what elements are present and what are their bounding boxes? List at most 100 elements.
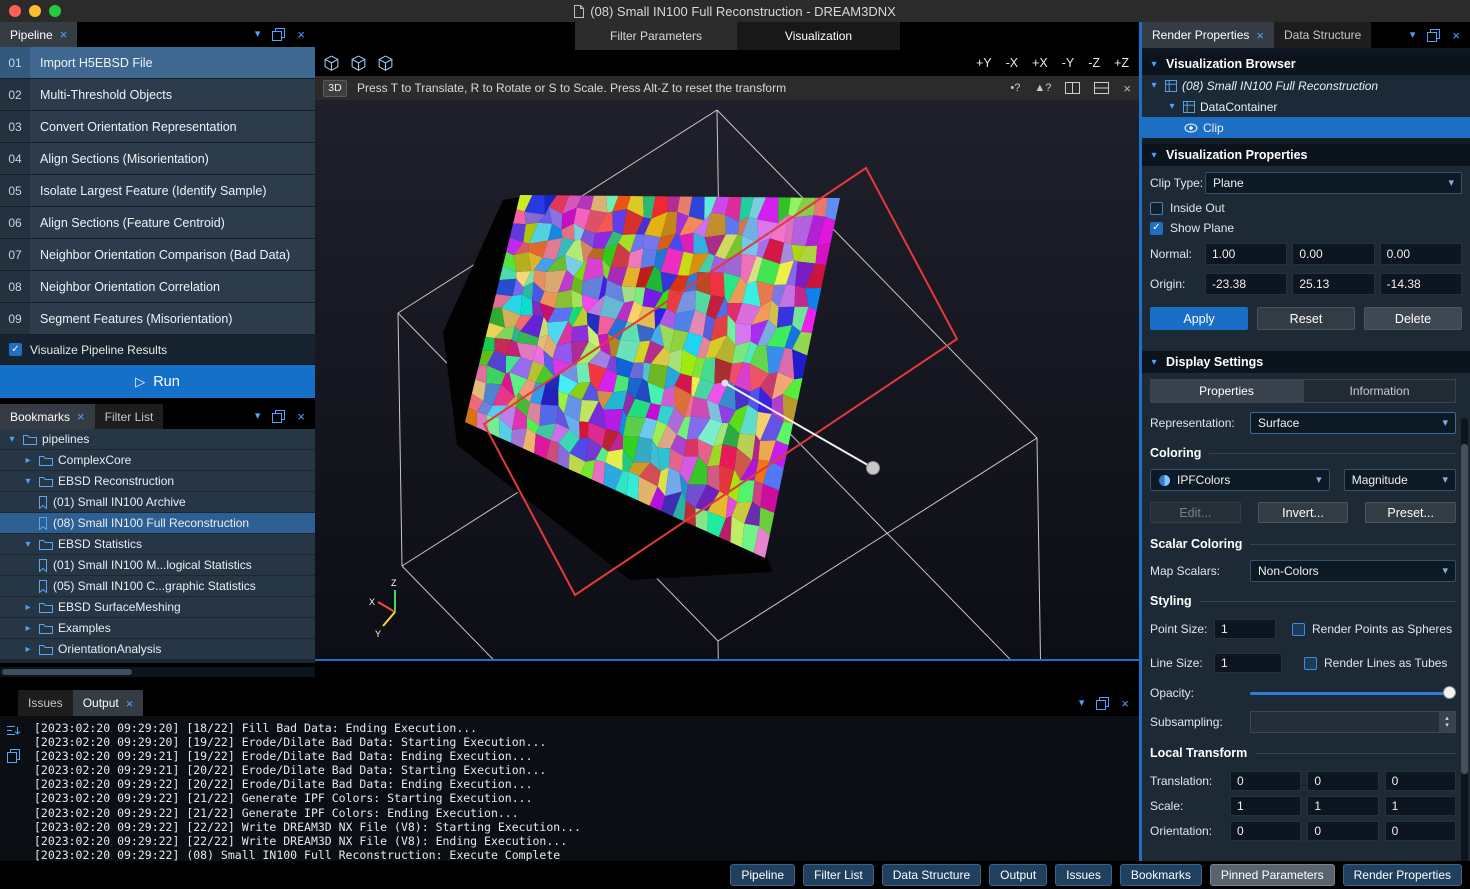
inside-out-checkbox[interactable] xyxy=(1150,202,1163,215)
copy-output-icon[interactable] xyxy=(7,749,20,763)
pipeline-filter-row[interactable]: 02Multi-Threshold Objects xyxy=(0,79,315,111)
pipeline-filter-row[interactable]: 07Neighbor Orientation Comparison (Bad D… xyxy=(0,239,315,271)
minimize-window-button[interactable] xyxy=(29,5,41,17)
browser-tree-item[interactable]: ▾(08) Small IN100 Full Reconstruction xyxy=(1142,75,1470,96)
dock-button-issues[interactable]: Issues xyxy=(1055,864,1112,886)
mode-3d-badge[interactable]: 3D xyxy=(323,80,347,97)
chevron-down-icon[interactable]: ▾ xyxy=(255,411,261,422)
close-icon[interactable]: × xyxy=(297,28,305,41)
close-icon[interactable]: × xyxy=(77,410,85,423)
origin-z-field[interactable]: -14.38 xyxy=(1380,273,1462,295)
split-vertical-icon[interactable] xyxy=(1065,82,1080,94)
bookmark-tree-item[interactable]: ▾EBSD Reconstruction xyxy=(0,471,315,492)
cube-view-icon-2[interactable] xyxy=(350,55,367,72)
pipeline-filter-row[interactable]: 09Segment Features (Misorientation) xyxy=(0,303,315,335)
dock-button-render-properties[interactable]: Render Properties xyxy=(1343,864,1462,886)
bookmark-tree-item[interactable]: (05) Small IN100 C...graphic Statistics xyxy=(0,576,315,597)
scale-y-field[interactable]: 1 xyxy=(1307,796,1378,816)
reset-button[interactable]: Reset xyxy=(1257,307,1355,330)
zoom-window-button[interactable] xyxy=(49,5,61,17)
display-settings-header[interactable]: ▾ Display Settings xyxy=(1142,351,1470,373)
float-panel-icon[interactable] xyxy=(272,410,285,423)
axis-button-minus-z[interactable]: -Z xyxy=(1088,56,1100,70)
spin-down-icon[interactable]: ▾ xyxy=(1445,722,1449,729)
origin-y-field[interactable]: 25.13 xyxy=(1292,273,1374,295)
pipeline-filter-row[interactable]: 04Align Sections (Misorientation) xyxy=(0,143,315,175)
chevron-down-icon[interactable]: ▾ xyxy=(1410,30,1416,41)
tab-bookmarks[interactable]: Bookmarks × xyxy=(0,404,95,429)
tab-issues[interactable]: Issues xyxy=(18,690,73,716)
axis-button-plusminus-z[interactable]: +Z xyxy=(1114,56,1129,70)
scale-z-field[interactable]: 1 xyxy=(1385,796,1456,816)
close-icon[interactable]: × xyxy=(1121,697,1129,710)
chevron-down-icon[interactable]: ▾ xyxy=(1079,698,1085,709)
tab-output[interactable]: Output × xyxy=(73,690,144,716)
tab-pipeline[interactable]: Pipeline × xyxy=(0,22,77,47)
clip-type-dropdown[interactable]: Plane ▾ xyxy=(1205,172,1462,194)
chevron-down-icon[interactable]: ▾ xyxy=(22,539,34,550)
scrollbar-thumb[interactable] xyxy=(2,669,132,675)
pipeline-filter-row[interactable]: 06Align Sections (Feature Centroid) xyxy=(0,207,315,239)
chevron-right-icon[interactable]: ▸ xyxy=(22,644,34,655)
float-panel-icon[interactable] xyxy=(1096,697,1109,710)
cube-view-icon-1[interactable] xyxy=(323,55,340,72)
render-lines-tubes-checkbox[interactable] xyxy=(1304,657,1317,670)
show-plane-checkbox[interactable]: ✓ xyxy=(1150,222,1163,235)
bookmark-tree-item[interactable]: (01) Small IN100 M...logical Statistics xyxy=(0,555,315,576)
chevron-down-icon[interactable]: ▾ xyxy=(255,29,261,40)
horizontal-splitter[interactable] xyxy=(315,659,1139,661)
preset-button[interactable]: Preset... xyxy=(1365,502,1456,523)
visualization-browser-header[interactable]: ▾ Visualization Browser xyxy=(1142,53,1470,75)
tab-display-properties[interactable]: Properties xyxy=(1150,379,1303,403)
bookmark-tree-item[interactable]: (01) Small IN100 Archive xyxy=(0,492,315,513)
spin-buttons[interactable]: ▴ ▾ xyxy=(1439,712,1455,732)
visualization-properties-header[interactable]: ▾ Visualization Properties xyxy=(1142,144,1470,166)
tab-filter-list[interactable]: Filter List xyxy=(95,404,164,429)
orientation-y-field[interactable]: 0 xyxy=(1307,821,1378,841)
opacity-slider[interactable] xyxy=(1250,686,1456,700)
translation-x-field[interactable]: 0 xyxy=(1230,771,1301,791)
normal-z-field[interactable]: 0.00 xyxy=(1380,243,1462,265)
point-picker-icon[interactable]: •? xyxy=(1010,82,1020,94)
scale-x-field[interactable]: 1 xyxy=(1230,796,1301,816)
tab-data-structure[interactable]: Data Structure xyxy=(1274,22,1371,48)
close-icon[interactable]: × xyxy=(126,697,134,710)
auto-scroll-icon[interactable] xyxy=(6,724,21,738)
orientation-z-field[interactable]: 0 xyxy=(1385,821,1456,841)
3d-viewport[interactable]: ZXY xyxy=(315,100,1139,661)
browser-tree-item[interactable]: ▾DataContainer xyxy=(1142,96,1470,117)
delete-button[interactable]: Delete xyxy=(1364,307,1462,330)
bookmark-tree-item[interactable]: ▾pipelines xyxy=(0,429,315,450)
axis-button-minus-y[interactable]: -Y xyxy=(1062,56,1075,70)
render-points-spheres-checkbox[interactable] xyxy=(1292,623,1305,636)
close-icon[interactable]: × xyxy=(1452,29,1460,42)
scrollbar-thumb[interactable] xyxy=(1461,444,1468,774)
close-icon[interactable]: × xyxy=(1256,29,1264,42)
tab-display-information[interactable]: Information xyxy=(1303,379,1456,403)
dock-button-pinned-parameters[interactable]: Pinned Parameters xyxy=(1210,864,1335,886)
close-icon[interactable]: × xyxy=(297,410,305,423)
visibility-eye-icon[interactable] xyxy=(1184,123,1198,133)
float-panel-icon[interactable] xyxy=(272,28,285,41)
pipeline-filter-row[interactable]: 08Neighbor Orientation Correlation xyxy=(0,271,315,303)
bookmark-tree-item[interactable]: ▾EBSD Statistics xyxy=(0,534,315,555)
run-button[interactable]: ▷ Run xyxy=(0,365,315,398)
edit-button[interactable]: Edit... xyxy=(1150,502,1241,523)
dock-button-bookmarks[interactable]: Bookmarks xyxy=(1120,864,1202,886)
bookmark-tree-item[interactable]: ▸ComplexCore xyxy=(0,450,315,471)
normal-x-field[interactable]: 1.00 xyxy=(1205,243,1287,265)
normal-y-field[interactable]: 0.00 xyxy=(1292,243,1374,265)
map-scalars-dropdown[interactable]: Non-Colors ▾ xyxy=(1250,560,1456,582)
point-size-field[interactable]: 1 xyxy=(1214,619,1276,639)
bookmark-tree-item[interactable]: (08) Small IN100 Full Reconstruction xyxy=(0,513,315,534)
slider-handle[interactable] xyxy=(1443,686,1456,699)
chevron-down-icon[interactable]: ▾ xyxy=(6,434,18,445)
visualize-results-checkbox[interactable]: ✓ xyxy=(9,343,22,356)
chevron-right-icon[interactable]: ▸ xyxy=(22,455,34,466)
magnitude-dropdown[interactable]: Magnitude ▾ xyxy=(1344,469,1456,491)
vertical-scrollbar[interactable] xyxy=(1461,418,1468,861)
cube-view-icon-3[interactable] xyxy=(377,55,394,72)
browser-tree-item[interactable]: Clip xyxy=(1142,117,1470,138)
bookmark-tree-item[interactable]: ▸OrientationAnalysis xyxy=(0,639,315,660)
split-horizontal-icon[interactable] xyxy=(1094,82,1109,94)
